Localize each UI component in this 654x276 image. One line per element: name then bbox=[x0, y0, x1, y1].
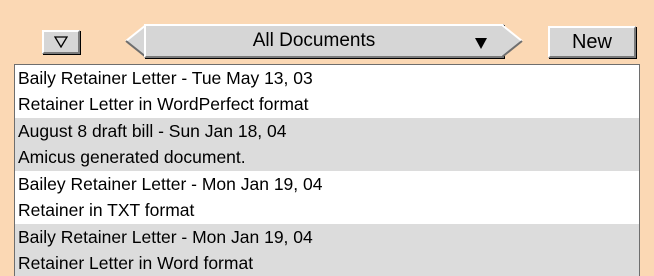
document-list-item[interactable]: Baily Retainer Letter - Mon Jan 19, 04 R… bbox=[15, 224, 639, 276]
document-description: Retainer Letter in WordPerfect format bbox=[18, 94, 309, 114]
dropdown-arrow-icon bbox=[474, 34, 488, 56]
document-title: Baily Retainer Letter - Tue May 13, 03 bbox=[18, 68, 313, 88]
triangle-down-icon bbox=[54, 36, 68, 48]
document-title: August 8 draft bill - Sun Jan 18, 04 bbox=[18, 121, 287, 141]
document-description: Retainer Letter in Word format bbox=[18, 253, 254, 273]
document-title: Baily Retainer Letter - Mon Jan 19, 04 bbox=[18, 227, 313, 247]
document-description: Amicus generated document. bbox=[18, 147, 246, 167]
selected-filter-label: All Documents bbox=[252, 30, 376, 51]
toolbar: All Documents New bbox=[0, 0, 654, 60]
document-list-item[interactable]: Baily Retainer Letter - Tue May 13, 03 R… bbox=[15, 65, 639, 118]
new-document-button[interactable]: New bbox=[548, 26, 636, 58]
document-description: Retainer in TXT format bbox=[18, 200, 195, 220]
document-list: Baily Retainer Letter - Tue May 13, 03 R… bbox=[14, 64, 640, 276]
chevron-left-icon bbox=[124, 24, 146, 58]
next-view-button[interactable] bbox=[502, 24, 524, 58]
document-filter-select[interactable]: All Documents bbox=[144, 24, 504, 58]
document-list-item[interactable]: August 8 draft bill - Sun Jan 18, 04 Ami… bbox=[15, 118, 639, 171]
chevron-right-icon bbox=[502, 24, 524, 58]
previous-view-button[interactable] bbox=[124, 24, 146, 58]
document-list-item[interactable]: Bailey Retainer Letter - Mon Jan 19, 04 … bbox=[15, 171, 639, 224]
filter-button[interactable] bbox=[42, 30, 80, 54]
document-title: Bailey Retainer Letter - Mon Jan 19, 04 bbox=[18, 174, 323, 194]
